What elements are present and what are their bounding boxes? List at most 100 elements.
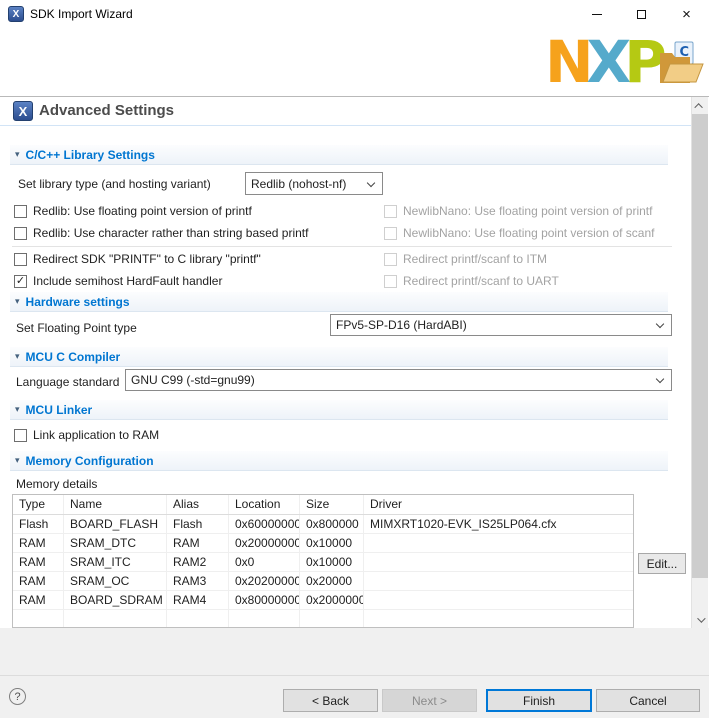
checkbox-redirect-uart: Redirect printf/scanf to UART [384,273,559,289]
section-header-mcu-c-compiler[interactable]: ▾ MCU C Compiler [10,347,668,367]
c-folder-icon: C [660,42,703,83]
title-bar: X SDK Import Wizard × [0,0,709,28]
collapse-icon: ▾ [15,405,20,414]
checkbox-label: Redlib: Use character rather than string… [33,226,308,240]
cell-alias: RAM2 [167,553,229,571]
scrollbar-down-button[interactable] [692,612,708,627]
maximize-button[interactable] [619,0,664,28]
arrow-down-icon [697,614,705,622]
cell-type: RAM [13,534,64,552]
column-header[interactable]: Type [13,495,64,514]
arrow-up-icon [694,103,702,111]
chevron-down-icon [367,179,375,187]
checkbox-label: Link application to RAM [33,428,159,442]
checkbox-box[interactable] [14,429,27,442]
cell-location: 0x20000000 [229,534,300,552]
cell-name: BOARD_SDRAM [64,591,167,609]
section-title: MCU C Compiler [26,350,121,364]
checkbox-box [384,227,397,240]
cell-driver [364,591,633,609]
cell-driver [364,553,633,571]
library-type-label: Set library type (and hosting variant) [18,177,211,191]
cell-type: RAM [13,572,64,590]
checkbox-label: Redirect printf/scanf to ITM [403,252,547,266]
cell-name: SRAM_OC [64,572,167,590]
section-title: Hardware settings [26,295,130,309]
footer: ? < Back Next > Finish Cancel [0,628,709,718]
checkbox-redlib-char-printf[interactable]: Redlib: Use character rather than string… [14,225,308,241]
checkbox-link-to-ram[interactable]: Link application to RAM [14,427,159,443]
cell-alias: RAM4 [167,591,229,609]
checkbox-label: Redirect printf/scanf to UART [403,274,559,288]
checkbox-box[interactable] [14,253,27,266]
collapse-icon: ▾ [15,297,20,306]
svg-text:NXP: NXP [545,32,665,92]
memory-table[interactable]: Type Name Alias Location Size Driver Fla… [12,494,634,628]
close-icon: × [682,6,691,23]
checkbox-label: Include semihost HardFault handler [33,274,222,288]
checkbox-box[interactable] [14,227,27,240]
cell-name: BOARD_FLASH [64,515,167,533]
cell-alias: RAM3 [167,572,229,590]
sdk-import-wizard-window: X SDK Import Wizard × NXP C X Advanced S… [0,0,709,718]
cell-driver: MIMXRT1020-EVK_IS25LP064.cfx [364,515,633,533]
section-header-mcu-linker[interactable]: ▾ MCU Linker [10,400,668,420]
wizard-page-header: X Advanced Settings [0,97,691,126]
minimize-icon [592,14,602,15]
column-header[interactable]: Name [64,495,167,514]
cell-name: SRAM_ITC [64,553,167,571]
cell-empty [364,610,633,628]
table-header-row: Type Name Alias Location Size Driver [13,495,633,515]
back-button[interactable]: < Back [283,689,378,712]
logo-band: NXP C [0,28,709,96]
section-title: MCU Linker [26,403,93,417]
section-title: Memory Configuration [26,454,154,468]
cell-empty [229,610,300,628]
section-header-library-settings[interactable]: ▾ C/C++ Library Settings [10,145,668,165]
table-row[interactable]: RAM SRAM_ITC RAM2 0x0 0x10000 [13,553,633,572]
fpu-type-dropdown[interactable]: FPv5-SP-D16 (HardABI) [330,314,672,336]
help-icon: ? [14,691,20,703]
checkbox-label: NewlibNano: Use floating point version o… [403,226,654,240]
checkbox-semihost-hardfault[interactable]: ✓ Include semihost HardFault handler [14,273,222,289]
finish-button[interactable]: Finish [486,689,592,712]
close-button[interactable]: × [664,0,709,28]
language-standard-value: GNU C99 (-std=gnu99) [131,373,255,387]
language-standard-dropdown[interactable]: GNU C99 (-std=gnu99) [125,369,672,391]
checkbox-box [384,275,397,288]
section-header-memory-configuration[interactable]: ▾ Memory Configuration [10,451,668,471]
cell-location: 0x0 [229,553,300,571]
checkbox-redlib-float-printf[interactable]: Redlib: Use floating point version of pr… [14,203,252,219]
table-row[interactable]: RAM BOARD_SDRAM RAM4 0x80000000 0x200000… [13,591,633,610]
checkbox-redirect-sdk-printf[interactable]: Redirect SDK "PRINTF" to C library "prin… [14,251,261,267]
page-title: Advanced Settings [39,102,174,119]
next-button: Next > [382,689,477,712]
column-header[interactable]: Size [300,495,364,514]
cell-type: RAM [13,553,64,571]
table-row[interactable]: Flash BOARD_FLASH Flash 0x60000000 0x800… [13,515,633,534]
table-row[interactable]: RAM SRAM_OC RAM3 0x20200000 0x20000 [13,572,633,591]
checkbox-box[interactable]: ✓ [14,275,27,288]
edit-button[interactable]: Edit... [638,553,686,574]
scrollbar-up-button[interactable] [692,98,708,113]
nxp-logo: NXP C [545,32,705,92]
vertical-scrollbar[interactable] [691,97,708,628]
checkbox-newlibnano-float-printf: NewlibNano: Use floating point version o… [384,203,652,219]
minimize-button[interactable] [574,0,619,28]
column-header[interactable]: Alias [167,495,229,514]
cancel-button[interactable]: Cancel [596,689,700,712]
library-type-dropdown[interactable]: Redlib (nohost-nf) [245,172,383,195]
checkbox-box[interactable] [14,205,27,218]
cell-empty [167,610,229,628]
help-button[interactable]: ? [9,688,26,705]
column-header[interactable]: Driver [364,495,633,514]
section-header-hardware-settings[interactable]: ▾ Hardware settings [10,292,668,312]
cell-type: RAM [13,591,64,609]
collapse-icon: ▾ [15,352,20,361]
table-row[interactable]: RAM SRAM_DTC RAM 0x20000000 0x10000 [13,534,633,553]
section-title: C/C++ Library Settings [26,148,155,162]
footer-divider [0,675,709,676]
column-header[interactable]: Location [229,495,300,514]
cell-size: 0x800000 [300,515,364,533]
scrollbar-thumb[interactable] [692,114,708,578]
